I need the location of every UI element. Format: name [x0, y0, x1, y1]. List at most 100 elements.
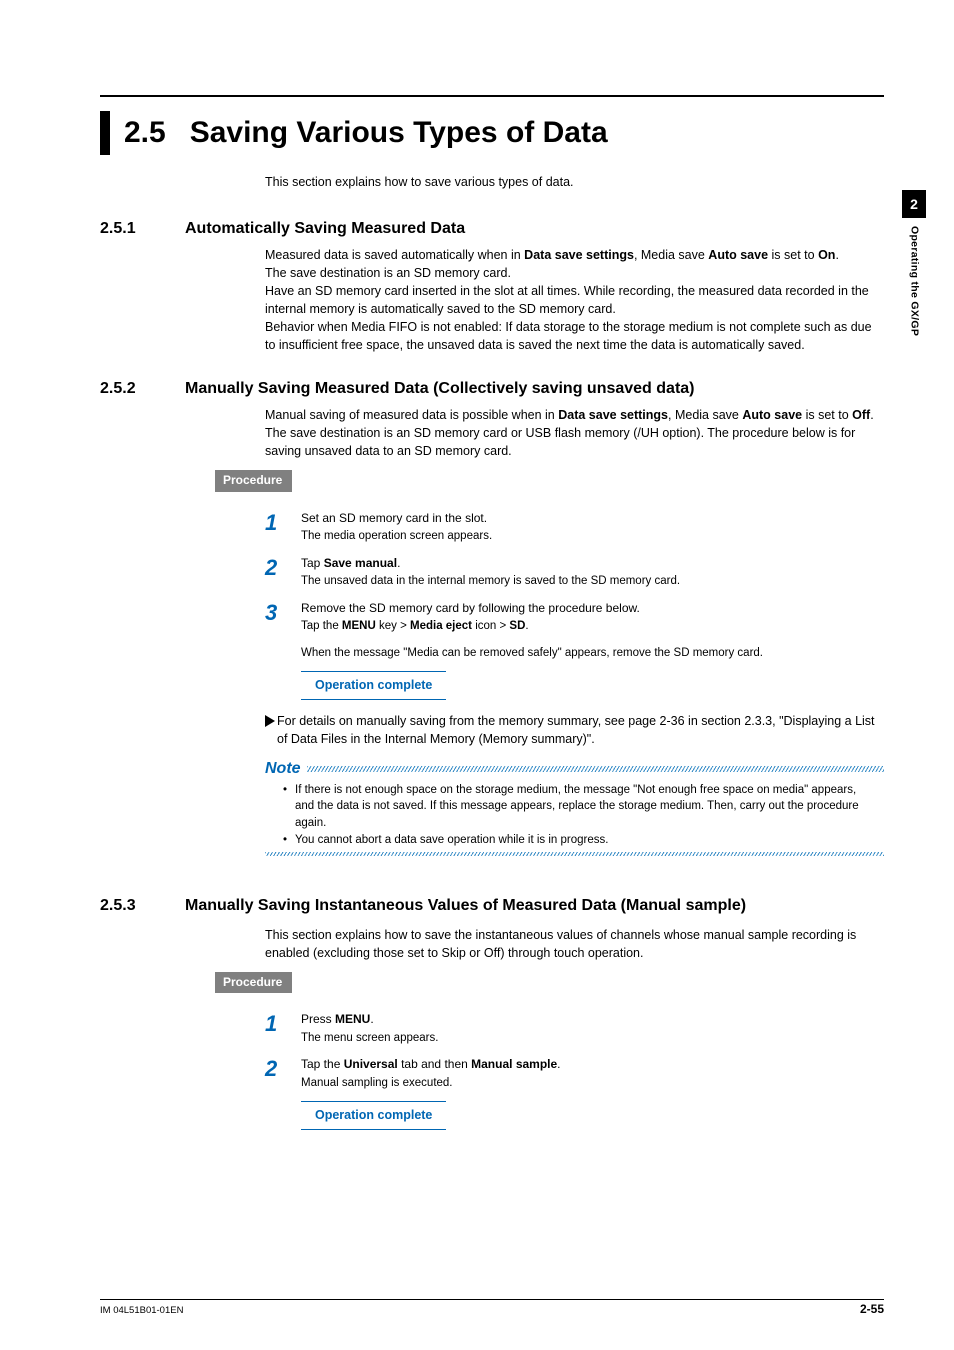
step-subtext: The media operation screen appears.	[301, 528, 884, 545]
step-text: Tap Save manual.	[301, 555, 884, 572]
text: Tap	[301, 556, 324, 570]
text-bold: Media eject	[410, 620, 472, 632]
text-bold: MENU	[342, 620, 376, 632]
step-number-3: 3	[265, 600, 301, 624]
text-bold: MENU	[335, 1012, 370, 1026]
step-subtext: When the message "Media can be removed s…	[301, 645, 884, 662]
section-number: 2.5	[124, 111, 166, 155]
procedure-253-steps: 1 Press MENU. The menu screen appears. 2…	[265, 1011, 884, 1129]
text: .	[835, 248, 838, 262]
operation-complete-badge: Operation complete	[301, 1101, 446, 1129]
subsection-number: 2.5.2	[100, 377, 185, 400]
text: , Media save	[668, 408, 742, 422]
subsection-251-heading: 2.5.1 Automatically Saving Measured Data	[100, 217, 884, 240]
paragraph: The save destination is an SD memory car…	[265, 264, 884, 282]
text-bold: Off	[852, 408, 870, 422]
text: .	[557, 1057, 560, 1071]
note-divider-icon	[307, 766, 884, 772]
procedure-step: 1 Set an SD memory card in the slot. The…	[265, 510, 884, 545]
note-box: Note • If there is not enough space on t…	[265, 760, 884, 857]
text-bold: Auto save	[708, 248, 768, 262]
operation-complete-badge: Operation complete	[301, 671, 446, 699]
subsection-number: 2.5.1	[100, 217, 185, 240]
footer-doc-id: IM 04L51B01-01EN	[100, 1304, 183, 1318]
text: Press	[301, 1012, 335, 1026]
note-item: • If there is not enough space on the st…	[283, 782, 878, 832]
subsection-title: Manually Saving Measured Data (Collectiv…	[185, 377, 695, 400]
step-number-2: 2	[265, 555, 301, 579]
footer-page-number: 2-55	[860, 1301, 884, 1318]
text: Tap the	[301, 620, 342, 632]
text: Measured data is saved automatically whe…	[265, 248, 524, 262]
section-title: 2.5 Saving Various Types of Data	[100, 111, 884, 155]
section-heading-text: Saving Various Types of Data	[190, 111, 608, 155]
subsection-251-body: Measured data is saved automatically whe…	[265, 246, 884, 355]
chapter-side-tab: 2 Operating the GX/GP	[902, 190, 926, 336]
step-number-1: 1	[265, 510, 301, 534]
footer-rule	[100, 1299, 884, 1300]
text: Tap the	[301, 1057, 344, 1071]
text: tab and then	[398, 1057, 471, 1071]
text: .	[525, 620, 528, 632]
triangle-right-icon	[265, 715, 275, 727]
text-bold: Data save settings	[558, 408, 668, 422]
subsection-253-heading: 2.5.3 Manually Saving Instantaneous Valu…	[100, 894, 884, 917]
text: icon >	[472, 620, 509, 632]
text: is set to	[768, 248, 818, 262]
subsection-253-body: This section explains how to save the in…	[265, 926, 884, 962]
procedure-step: 3 Remove the SD memory card by following…	[265, 600, 884, 662]
step-subtext: The unsaved data in the internal memory …	[301, 573, 884, 590]
text-bold: Manual sample	[471, 1057, 557, 1071]
step-number-1: 1	[265, 1011, 301, 1035]
section-intro: This section explains how to save variou…	[265, 173, 884, 191]
text-bold: Data save settings	[524, 248, 634, 262]
paragraph: Have an SD memory card inserted in the s…	[265, 282, 884, 318]
text-bold: Universal	[344, 1057, 398, 1071]
procedure-label: Procedure	[215, 470, 292, 491]
procedure-252-steps: 1 Set an SD memory card in the slot. The…	[265, 510, 884, 700]
note-text: If there is not enough space on the stor…	[295, 782, 878, 832]
procedure-step: 2 Tap the Universal tab and then Manual …	[265, 1056, 884, 1091]
title-accent-bar	[100, 111, 110, 155]
step-number-2: 2	[265, 1056, 301, 1080]
text: key >	[376, 620, 410, 632]
step-text: Press MENU.	[301, 1011, 884, 1028]
paragraph: The save destination is an SD memory car…	[265, 424, 884, 460]
subsection-title: Automatically Saving Measured Data	[185, 217, 465, 240]
step-text: Remove the SD memory card by following t…	[301, 600, 884, 617]
text: .	[370, 1012, 373, 1026]
text: .	[870, 408, 873, 422]
text-bold: Auto save	[742, 408, 802, 422]
subsection-number: 2.5.3	[100, 894, 185, 917]
text: .	[397, 556, 400, 570]
procedure-label: Procedure	[215, 972, 292, 993]
step-text: Set an SD memory card in the slot.	[301, 510, 884, 527]
text-bold: On	[818, 248, 835, 262]
note-label: Note	[265, 757, 301, 780]
text-bold: Save manual	[324, 556, 397, 570]
step-subtext: Tap the MENU key > Media eject icon > SD…	[301, 618, 884, 635]
note-item: • You cannot abort a data save operation…	[283, 832, 878, 849]
text: Manual saving of measured data is possib…	[265, 408, 558, 422]
cross-reference: For details on manually saving from the …	[265, 712, 884, 748]
subsection-252-body: Manual saving of measured data is possib…	[265, 406, 884, 460]
paragraph: Behavior when Media FIFO is not enabled:…	[265, 318, 884, 354]
reference-text: For details on manually saving from the …	[277, 712, 884, 748]
note-text: You cannot abort a data save operation w…	[295, 832, 608, 849]
subsection-252-heading: 2.5.2 Manually Saving Measured Data (Col…	[100, 377, 884, 400]
chapter-number-badge: 2	[902, 190, 926, 218]
title-rule	[100, 95, 884, 97]
procedure-step: 2 Tap Save manual. The unsaved data in t…	[265, 555, 884, 590]
procedure-step: 1 Press MENU. The menu screen appears.	[265, 1011, 884, 1046]
step-subtext: The menu screen appears.	[301, 1030, 884, 1047]
bullet-icon: •	[283, 782, 295, 832]
text-bold: SD	[509, 620, 525, 632]
step-text: Tap the Universal tab and then Manual sa…	[301, 1056, 884, 1073]
text: , Media save	[634, 248, 708, 262]
step-subtext: Manual sampling is executed.	[301, 1075, 884, 1092]
bullet-icon: •	[283, 832, 295, 849]
text: is set to	[802, 408, 852, 422]
paragraph: This section explains how to save the in…	[265, 926, 884, 962]
subsection-title: Manually Saving Instantaneous Values of …	[185, 894, 884, 917]
chapter-side-label: Operating the GX/GP	[906, 226, 921, 336]
